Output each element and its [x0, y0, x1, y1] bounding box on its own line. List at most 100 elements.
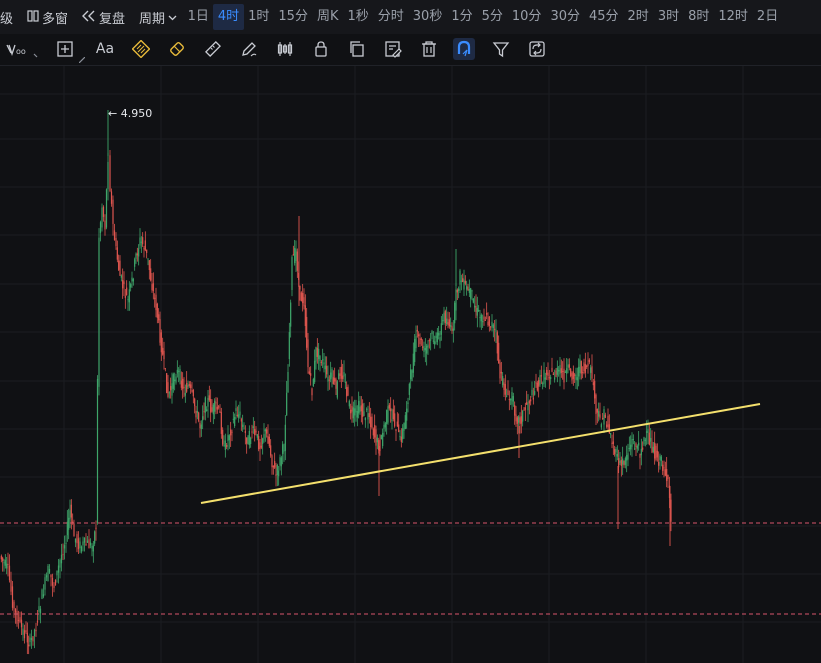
candle-body [356, 410, 358, 418]
candle-body [570, 368, 572, 376]
candle-body [214, 400, 216, 412]
candle-body [140, 241, 142, 243]
candle-pattern-tool[interactable] [274, 38, 296, 60]
candle-body [202, 416, 204, 421]
candle-body [14, 608, 17, 613]
indicator-tool[interactable]: oo [0, 38, 44, 60]
candle-body [118, 260, 120, 270]
period-dropdown[interactable]: 周期 [135, 4, 181, 30]
period-13[interactable]: 2时 [623, 4, 653, 30]
candle-body [272, 465, 274, 468]
level-button[interactable]: 级 [0, 4, 17, 30]
brush-hatch-tool[interactable] [130, 38, 152, 60]
candle-body [392, 409, 394, 420]
lock-icon[interactable] [310, 38, 332, 60]
candle-body [658, 461, 660, 466]
period-12[interactable]: 45分 [584, 4, 623, 30]
candle-body [347, 386, 349, 396]
period-4[interactable]: 周K [312, 4, 343, 30]
candle-body [307, 339, 309, 368]
multi-window-button[interactable]: 多窗 [23, 4, 72, 30]
trash-icon[interactable] [418, 38, 440, 60]
candle-body [246, 437, 248, 444]
candle-body [599, 414, 601, 418]
candle-body [47, 565, 49, 582]
candle-body [76, 534, 78, 544]
candle-body [511, 392, 513, 405]
candlestick-chart[interactable]: ← 4.950 [0, 66, 821, 663]
candle-body [614, 449, 616, 455]
period-16[interactable]: 12时 [714, 4, 753, 30]
candle-body [77, 538, 80, 550]
candle-body [494, 328, 496, 330]
candle-body [69, 510, 71, 520]
candle-body [455, 289, 457, 311]
period-8[interactable]: 1分 [447, 4, 477, 30]
candle-body [459, 270, 461, 285]
candle-body [178, 370, 180, 372]
candle-body [596, 409, 598, 413]
eraser-tool[interactable] [166, 38, 188, 60]
candle-body [436, 332, 438, 343]
period-11[interactable]: 30分 [546, 4, 585, 30]
period-5[interactable]: 1秒 [343, 4, 373, 30]
tool-dropdown-icon[interactable] [78, 52, 86, 67]
period-2[interactable]: 1时 [244, 4, 274, 30]
magnet-icon[interactable] [453, 38, 475, 60]
period-17[interactable]: 2日 [752, 4, 782, 30]
candle-body [559, 365, 561, 375]
candle-body [626, 455, 628, 461]
period-1[interactable]: 4时 [213, 4, 244, 30]
candle-body [314, 360, 316, 383]
candle-body [491, 321, 493, 327]
edit-note-icon[interactable] [382, 38, 404, 60]
candle-body [374, 424, 376, 438]
copy-icon[interactable] [346, 38, 368, 60]
candle-body [472, 298, 474, 303]
candle-body [330, 372, 332, 380]
period-3[interactable]: 15分 [274, 4, 313, 30]
candle-body [492, 324, 494, 328]
trendline[interactable] [200, 403, 761, 504]
candle-body [588, 359, 590, 363]
candle-body [45, 575, 48, 578]
ruler-icon[interactable] [202, 38, 224, 60]
candle-body [239, 411, 241, 416]
candle-body [8, 565, 11, 581]
candle-body [210, 399, 212, 413]
sync-icon[interactable] [526, 38, 548, 60]
candle-body [548, 377, 550, 379]
candle-body [109, 155, 111, 192]
text-tool[interactable]: Aa [92, 38, 118, 60]
double-chevron-left-icon [82, 10, 96, 25]
period-14[interactable]: 3时 [653, 4, 683, 30]
period-9[interactable]: 5分 [477, 4, 507, 30]
candle-body [20, 619, 23, 628]
candle-body [476, 307, 478, 316]
candle-body [96, 378, 99, 523]
restore-button[interactable]: 复盘 [78, 4, 129, 30]
candle-body [399, 436, 401, 438]
candle-body [435, 335, 437, 339]
candle-body [608, 424, 610, 434]
candle-body [343, 372, 345, 377]
candle-body [534, 391, 536, 395]
candle-body [167, 382, 169, 397]
filter-icon[interactable] [490, 38, 512, 60]
pen-icon[interactable] [238, 38, 260, 60]
candle-body [218, 406, 220, 408]
candle-body [136, 253, 138, 256]
candle-body [17, 619, 20, 621]
period-7[interactable]: 30秒 [408, 4, 447, 30]
candle-body [63, 545, 66, 549]
period-15[interactable]: 8时 [684, 4, 714, 30]
candle-body [98, 237, 100, 387]
period-6[interactable]: 分时 [373, 4, 408, 30]
candle-body [290, 302, 292, 327]
crosshair-box-tool[interactable] [54, 38, 76, 60]
period-10[interactable]: 10分 [507, 4, 546, 30]
candle-body [556, 367, 558, 375]
candle-body [615, 449, 617, 453]
candle-body [247, 436, 249, 445]
period-0[interactable]: 1日 [183, 4, 213, 30]
